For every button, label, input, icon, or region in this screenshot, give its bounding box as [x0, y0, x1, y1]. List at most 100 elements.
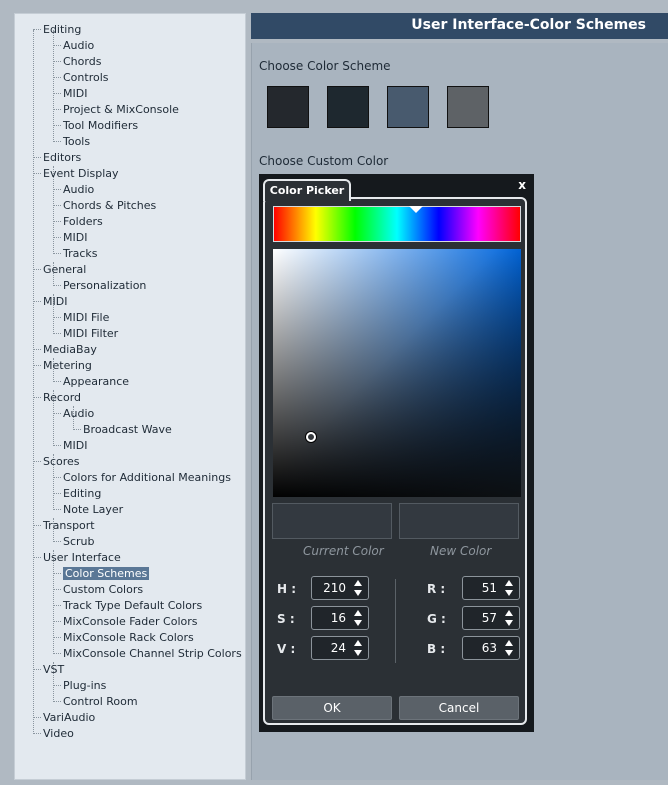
tree-item[interactable]: Plug-ins	[53, 678, 106, 694]
tree-item[interactable]: Transport	[33, 518, 95, 534]
scheme-swatch-4[interactable]	[447, 86, 489, 128]
b-label: B :	[427, 642, 446, 656]
tree-item-label: Transport	[43, 519, 95, 532]
close-icon[interactable]: x	[518, 178, 526, 192]
tree-connector	[33, 348, 41, 350]
tree-connector	[53, 284, 61, 286]
tree-connector	[53, 204, 61, 206]
tree-connector	[53, 700, 61, 702]
tree-item[interactable]: General	[33, 262, 86, 278]
tree-connector	[53, 380, 61, 382]
new-color-label: New Color	[430, 544, 492, 558]
stepper-arrows-icon[interactable]	[354, 640, 363, 656]
tree-connector	[53, 540, 61, 542]
tree-item[interactable]: Custom Colors	[53, 582, 143, 598]
tree-item[interactable]: Audio	[53, 406, 94, 422]
tree-item[interactable]: Editors	[33, 150, 81, 166]
tree-item[interactable]: Track Type Default Colors	[53, 598, 202, 614]
hue-slider[interactable]	[273, 206, 521, 242]
h-label: H :	[277, 582, 297, 596]
tree-item-label: Audio	[63, 407, 95, 420]
tree-item[interactable]: Audio	[53, 182, 94, 198]
h-stepper[interactable]: 210	[311, 576, 369, 600]
tree-item[interactable]: Color Schemes	[53, 566, 150, 582]
stepper-arrows-icon[interactable]	[505, 610, 514, 626]
tree-connector	[53, 316, 61, 318]
tree-item[interactable]: Record	[33, 390, 81, 406]
tree-item[interactable]: MIDI	[53, 438, 87, 454]
tree-item[interactable]: Editing	[53, 486, 101, 502]
tree-item[interactable]: Event Display	[33, 166, 119, 182]
tree-connector	[53, 76, 61, 78]
tree-item[interactable]: Folders	[53, 214, 103, 230]
ok-button[interactable]: OK	[272, 696, 392, 720]
tree-item[interactable]: Personalization	[53, 278, 146, 294]
tree-item[interactable]: MIDI File	[53, 310, 109, 326]
tree-item-label: Editing	[63, 487, 102, 500]
cancel-button[interactable]: Cancel	[399, 696, 519, 720]
tree-item[interactable]: MediaBay	[33, 342, 97, 358]
r-label: R :	[427, 582, 446, 596]
tree-item[interactable]: Scores	[33, 454, 80, 470]
tree-item[interactable]: MIDI	[53, 230, 87, 246]
tree-connector	[33, 524, 41, 526]
saturation-value-area[interactable]	[273, 249, 521, 497]
tree-item-label: MediaBay	[43, 343, 97, 356]
tree-item[interactable]: Broadcast Wave	[73, 422, 172, 438]
tree-connector	[53, 508, 61, 510]
current-color-label: Current Color	[303, 544, 384, 558]
tree-item[interactable]: Project & MixConsole	[53, 102, 179, 118]
tree-item[interactable]: MixConsole Rack Colors	[53, 630, 194, 646]
tree-item-label: Control Room	[63, 695, 138, 708]
scheme-swatch-3[interactable]	[387, 86, 429, 128]
tree-item[interactable]: Scrub	[53, 534, 95, 550]
s-stepper[interactable]: 16	[311, 606, 369, 630]
tree-item[interactable]: MixConsole Fader Colors	[53, 614, 198, 630]
scheme-swatch-2[interactable]	[327, 86, 369, 128]
tree-item[interactable]: Chords & Pitches	[53, 198, 156, 214]
tree-item[interactable]: MIDI Filter	[53, 326, 118, 342]
tree-item[interactable]: Note Layer	[53, 502, 123, 518]
tree-item-label: MixConsole Rack Colors	[63, 631, 194, 644]
tree-item[interactable]: Video	[33, 726, 74, 742]
g-stepper[interactable]: 57	[462, 606, 520, 630]
tree-item[interactable]: Tools	[53, 134, 90, 150]
scheme-swatch-1[interactable]	[267, 86, 309, 128]
tree-item[interactable]: Tracks	[53, 246, 98, 262]
tree-item-label: Custom Colors	[63, 583, 144, 596]
stepper-arrows-icon[interactable]	[505, 640, 514, 656]
tree-item[interactable]: Audio	[53, 38, 94, 54]
tree-connector	[73, 428, 81, 430]
tree-item[interactable]: Appearance	[53, 374, 129, 390]
page-title: User Interface-Color Schemes	[411, 17, 646, 33]
tree-item[interactable]: Editing	[33, 22, 81, 38]
stepper-arrows-icon[interactable]	[354, 580, 363, 596]
tree-item[interactable]: Metering	[33, 358, 92, 374]
r-stepper[interactable]: 51	[462, 576, 520, 600]
tree-item[interactable]: Tool Modifiers	[53, 118, 138, 134]
choose-custom-color-label: Choose Custom Color	[259, 154, 389, 168]
tree-item[interactable]: Colors for Additional Meanings	[53, 470, 231, 486]
color-cursor-icon[interactable]	[306, 432, 316, 442]
tree-item[interactable]: User Interface	[33, 550, 121, 566]
b-stepper[interactable]: 63	[462, 636, 520, 660]
hue-marker-icon[interactable]	[409, 206, 423, 213]
tree-item[interactable]: VariAudio	[33, 710, 95, 726]
tree-item[interactable]: Controls	[53, 70, 109, 86]
tree-item[interactable]: MIDI	[33, 294, 67, 310]
tree-item-label: Editing	[43, 23, 82, 36]
stepper-arrows-icon[interactable]	[354, 610, 363, 626]
stepper-arrows-icon[interactable]	[505, 580, 514, 596]
tree-item[interactable]: VST	[33, 662, 64, 678]
tree-item-label: Tools	[63, 135, 91, 148]
tree-connector	[53, 492, 61, 494]
tree-guide-line	[33, 30, 34, 734]
tree-item[interactable]: MIDI	[53, 86, 87, 102]
tree-item-label: Record	[43, 391, 82, 404]
tree-item[interactable]: Chords	[53, 54, 101, 70]
tree-connector	[53, 588, 61, 590]
tree-item[interactable]: MixConsole Channel Strip Colors	[53, 646, 242, 662]
v-stepper[interactable]: 24	[311, 636, 369, 660]
tree-connector	[53, 188, 61, 190]
tree-item[interactable]: Control Room	[53, 694, 138, 710]
